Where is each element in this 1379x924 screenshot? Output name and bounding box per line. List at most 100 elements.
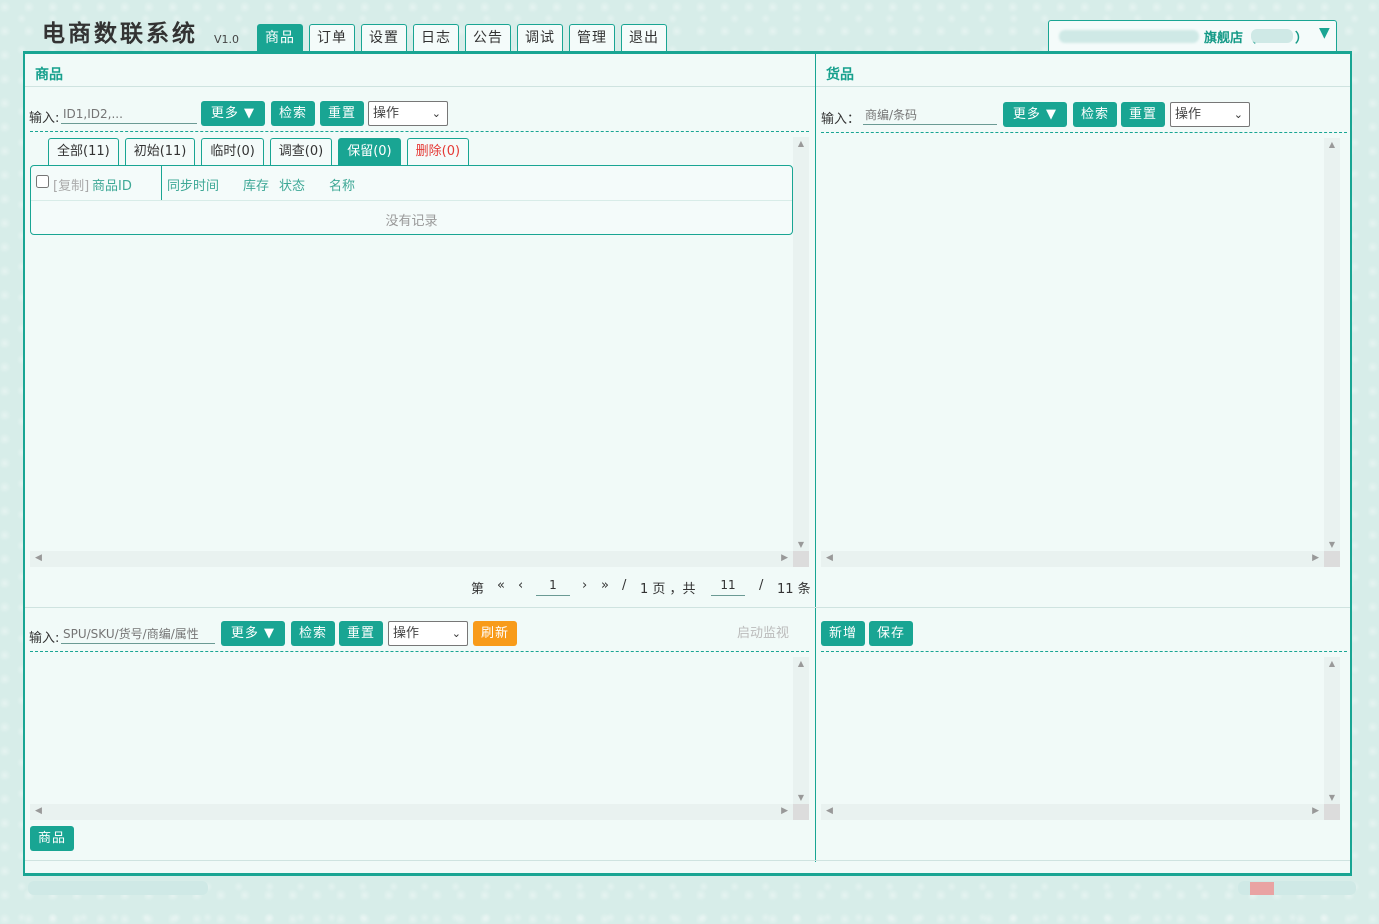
column-header-name[interactable]: 名称 — [329, 175, 355, 194]
cargo-more-button[interactable]: 更多 ▼ — [1003, 102, 1067, 127]
tab-logs[interactable]: 日志 — [413, 24, 459, 51]
scroll-up-icon[interactable]: ▲ — [793, 139, 809, 148]
goods-more-button[interactable]: 更多 ▼ — [201, 101, 265, 126]
tab-debug[interactable]: 调试 — [517, 24, 563, 51]
dashed-separator — [30, 131, 809, 132]
goods-search-button[interactable]: 检索 — [271, 101, 315, 126]
goods-vertical-scrollbar[interactable]: ▲ ▼ — [793, 137, 809, 551]
tab-deleted[interactable]: 删除(0) — [406, 138, 470, 165]
tab-temporary[interactable]: 临时(0) — [201, 138, 264, 165]
tab-settings[interactable]: 设置 — [361, 24, 407, 51]
empty-state-text: 没有记录 — [385, 214, 438, 229]
goods-search-input[interactable] — [61, 104, 197, 124]
column-separator — [161, 166, 162, 200]
app-title: 电商数联系统 — [42, 21, 198, 47]
tab-all[interactable]: 全部(11) — [48, 138, 119, 165]
goods-bottom-button[interactable]: 商品 — [30, 826, 74, 851]
vertical-divider — [815, 54, 816, 862]
column-header-stock[interactable]: 库存 — [243, 175, 269, 194]
save-button[interactable]: 保存 — [869, 621, 913, 646]
scroll-left-icon[interactable]: ◀ — [826, 806, 833, 816]
store-label: 旗舰店（ — [1204, 31, 1257, 46]
scroll-left-icon[interactable]: ◀ — [826, 553, 833, 563]
scroll-down-icon[interactable]: ▼ — [793, 540, 809, 549]
prev-page-icon[interactable]: ‹ — [518, 578, 523, 593]
copy-link[interactable]: [复制] — [53, 175, 89, 194]
store-id-redacted — [1251, 29, 1293, 43]
goods-horizontal-scrollbar[interactable]: ◀ ▶ — [30, 551, 793, 567]
scroll-left-icon[interactable]: ◀ — [35, 553, 42, 563]
sku-action-select[interactable]: 操作 ⌄ — [388, 621, 468, 646]
cargo-input-label: 输入： — [821, 112, 861, 127]
tab-goods[interactable]: 商品 — [257, 24, 303, 51]
sku-vertical-scrollbar[interactable]: ▲ ▼ — [793, 657, 809, 804]
sku-search-button[interactable]: 检索 — [291, 621, 335, 646]
last-page-icon[interactable]: » — [601, 578, 609, 593]
scrollbar-corner — [793, 804, 809, 820]
chevron-down-icon: ⌄ — [1233, 108, 1243, 121]
tab-investigate[interactable]: 调查(0) — [269, 138, 333, 165]
tab-orders[interactable]: 订单 — [309, 24, 355, 51]
top-bar: 电商数联系统 V1.0 商品 订单 设置 日志 公告 调试 管理 退出 旗舰店（… — [0, 0, 1379, 52]
goods-action-select[interactable]: 操作 ⌄ — [368, 101, 448, 126]
sku-more-button[interactable]: 更多 ▼ — [221, 621, 285, 646]
pager-total-text: 11 条 — [777, 582, 811, 597]
scroll-down-icon[interactable]: ▼ — [1324, 540, 1340, 549]
scroll-right-icon[interactable]: ▶ — [781, 806, 788, 816]
goods-status-tabs: 全部(11) 初始(11) 临时(0) 调查(0) 保留(0) 删除(0) — [48, 138, 470, 165]
scroll-up-icon[interactable]: ▲ — [1324, 140, 1340, 149]
page-number-input[interactable] — [536, 574, 570, 596]
next-page-icon[interactable]: › — [582, 578, 587, 593]
cargo-horizontal-scrollbar[interactable]: ◀ ▶ — [821, 551, 1324, 567]
column-header-goods-id[interactable]: 商品ID — [92, 175, 132, 194]
pager-prefix: 第 — [471, 582, 485, 597]
first-page-icon[interactable]: « — [497, 578, 505, 593]
refresh-button[interactable]: 刷新 — [473, 621, 517, 646]
tab-admin[interactable]: 管理 — [569, 24, 615, 51]
scroll-right-icon[interactable]: ▶ — [781, 553, 788, 563]
column-header-sync-time[interactable]: 同步时间 — [167, 175, 219, 194]
cargo-search-input[interactable] — [863, 105, 997, 125]
column-header-status[interactable]: 状态 — [279, 175, 305, 194]
edit-horizontal-scrollbar[interactable]: ◀ ▶ — [821, 804, 1324, 820]
divider — [816, 86, 1350, 87]
tab-notices[interactable]: 公告 — [465, 24, 511, 51]
edit-vertical-scrollbar[interactable]: ▲ ▼ — [1324, 657, 1340, 804]
scrollbar-corner — [1324, 551, 1340, 567]
chevron-down-icon: ⌄ — [431, 107, 441, 120]
goods-panel-title: 商品 — [35, 67, 63, 83]
tab-initial[interactable]: 初始(11) — [124, 138, 196, 165]
main-tabs: 商品 订单 设置 日志 公告 调试 管理 退出 — [257, 24, 667, 51]
scroll-up-icon[interactable]: ▲ — [1324, 659, 1340, 668]
scroll-down-icon[interactable]: ▼ — [793, 793, 809, 802]
triangle-down-icon[interactable]: ▼ — [1319, 25, 1330, 41]
app-version: V1.0 — [214, 33, 240, 46]
start-monitor-link[interactable]: 启动监视 — [737, 622, 789, 641]
scroll-right-icon[interactable]: ▶ — [1312, 806, 1319, 816]
scroll-right-icon[interactable]: ▶ — [1312, 553, 1319, 563]
scroll-left-icon[interactable]: ◀ — [35, 806, 42, 816]
tab-retained[interactable]: 保留(0) — [338, 138, 401, 165]
cargo-action-select[interactable]: 操作 ⌄ — [1170, 102, 1250, 127]
sku-input-label: 输入: — [29, 631, 60, 646]
store-paren: ） — [1295, 31, 1309, 46]
sku-horizontal-scrollbar[interactable]: ◀ ▶ — [30, 804, 793, 820]
scroll-down-icon[interactable]: ▼ — [1324, 793, 1340, 802]
add-button[interactable]: 新增 — [821, 621, 865, 646]
page-size-input[interactable] — [711, 574, 745, 596]
goods-reset-button[interactable]: 重置 — [320, 101, 364, 126]
store-selector[interactable]: 旗舰店（ ） ▼ — [1048, 20, 1337, 51]
cargo-search-button[interactable]: 检索 — [1073, 102, 1117, 127]
scroll-up-icon[interactable]: ▲ — [793, 659, 809, 668]
pager-slash: / — [622, 578, 627, 593]
select-all-checkbox[interactable] — [36, 175, 49, 188]
scrollbar-corner — [793, 551, 809, 567]
sku-reset-button[interactable]: 重置 — [339, 621, 383, 646]
dashed-separator — [30, 651, 809, 652]
cargo-reset-button[interactable]: 重置 — [1121, 102, 1165, 127]
tab-logout[interactable]: 退出 — [621, 24, 667, 51]
main-frame: 商品 输入: 更多 ▼ 检索 重置 操作 ⌄ 全部(11) 初始(11) 临时(… — [23, 51, 1352, 876]
sku-search-input[interactable] — [61, 624, 215, 644]
cargo-vertical-scrollbar[interactable]: ▲ ▼ — [1324, 138, 1340, 551]
scrollbar-corner — [1324, 804, 1340, 820]
